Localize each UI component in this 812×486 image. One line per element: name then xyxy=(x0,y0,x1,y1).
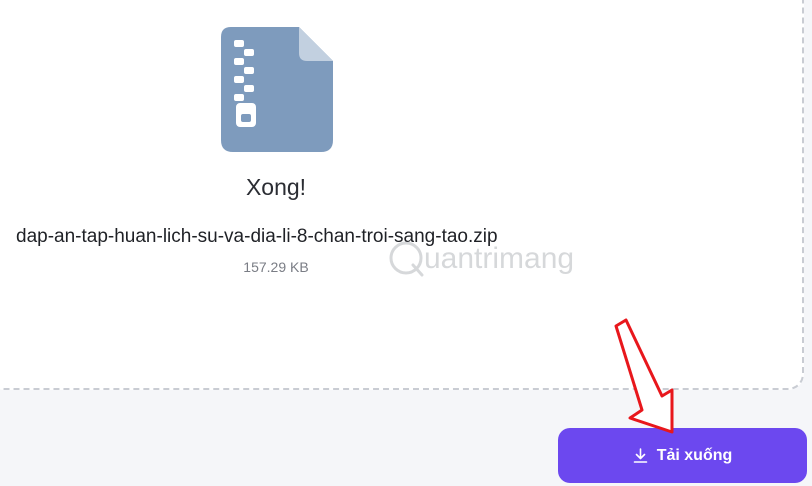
zip-file-icon xyxy=(221,27,333,152)
status-text: Xong! xyxy=(245,174,307,200)
download-button-label: Tải xuống xyxy=(656,446,733,464)
red-arrow-icon xyxy=(614,318,674,434)
watermark-text: uantrimang xyxy=(424,242,574,275)
watermark-logo: uantrimang xyxy=(389,241,574,277)
download-icon xyxy=(633,448,648,463)
